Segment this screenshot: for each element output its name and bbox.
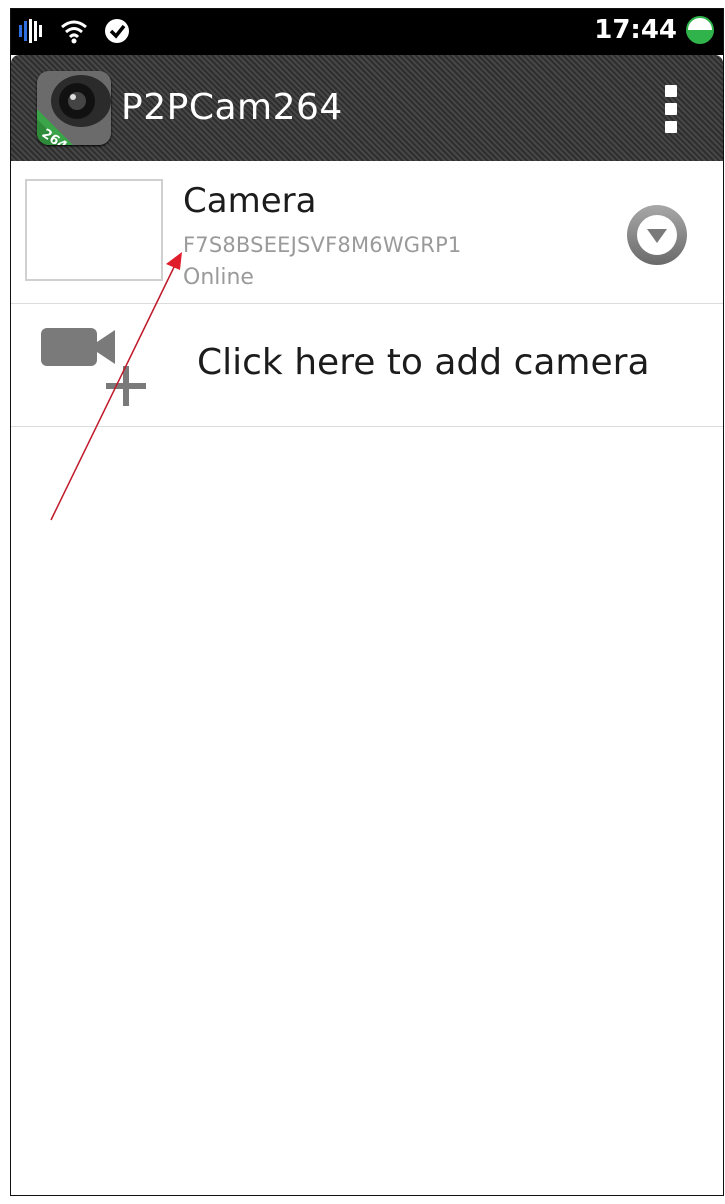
camera-name: Camera [183, 181, 317, 221]
status-clock: 17:44 [594, 15, 677, 45]
add-camera-label: Click here to add camera [197, 342, 650, 383]
app-logo-icon[interactable]: 264 [37, 71, 111, 145]
sync-icon [105, 19, 129, 43]
camera-list-item[interactable]: Camera F7S8BSEEJSVF8M6WGRP1 Online [11, 161, 723, 304]
status-bar: 17:44 [11, 9, 723, 55]
add-video-camera-icon [41, 328, 146, 406]
overflow-menu-icon[interactable] [663, 85, 679, 133]
camera-uid: F7S8BSEEJSVF8M6WGRP1 [183, 233, 462, 257]
camera-status: Online [183, 265, 254, 290]
app-title: P2PCam264 [121, 87, 343, 128]
phone-screen: 17:44 264 P2PCam264 Camera F7S8BSEEJSVF8… [10, 8, 724, 1196]
add-camera-row[interactable]: Click here to add camera [11, 304, 723, 427]
signal-icon [19, 19, 42, 43]
action-bar: 264 P2PCam264 [11, 55, 723, 161]
battery-icon [686, 16, 714, 44]
camera-thumbnail[interactable] [25, 179, 163, 281]
chevron-down-circle-icon[interactable] [625, 203, 689, 267]
wifi-icon [61, 20, 87, 44]
